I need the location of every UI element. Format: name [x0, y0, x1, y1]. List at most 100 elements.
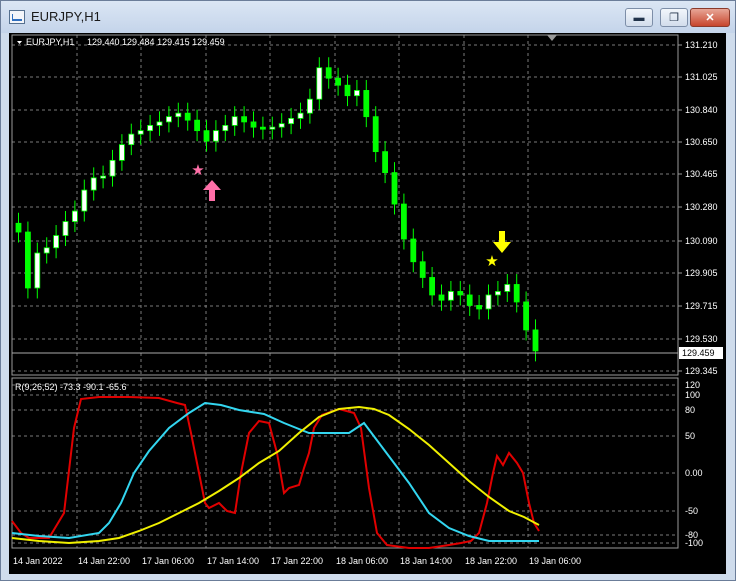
candle-body	[62, 221, 69, 236]
price-tick-label: 129.905	[685, 268, 718, 278]
time-tick-label: 14 Jan 22:00	[78, 556, 130, 566]
candle-body	[335, 77, 342, 86]
candle-body	[100, 175, 106, 179]
candle-body	[90, 177, 97, 191]
indicator-axis: 12010080500.00-50-80-100	[685, 380, 703, 548]
candle-body	[34, 252, 41, 289]
minimize-button[interactable]: ▬	[625, 8, 653, 27]
indicator-tick-label: 100	[685, 390, 700, 400]
candle-body	[222, 125, 229, 132]
oscillator-yellow-line	[11, 405, 540, 545]
candle-body	[438, 294, 445, 301]
candle-body	[184, 112, 191, 121]
chart-window: EURJPY,H1 ▬ ❐ ✕ EURJPY,H1 129.440 129.48…	[0, 0, 736, 581]
candle-body	[128, 133, 135, 146]
sell-arrow-icon	[493, 231, 511, 253]
candle-body	[523, 301, 529, 331]
time-tick-label: 19 Jan 06:00	[529, 556, 581, 566]
minimize-icon: ▬	[633, 11, 645, 24]
candles	[15, 57, 539, 362]
time-tick-label: 18 Jan 06:00	[336, 556, 388, 566]
time-tick-label: 14 Jan 2022	[13, 556, 63, 566]
candle-body	[165, 116, 172, 123]
price-tick-label: 130.090	[685, 236, 718, 246]
indicator-label: R(9,26,52) -73.3 -90.1 -65.6	[15, 382, 127, 392]
candle-body	[363, 90, 370, 118]
sell-star-icon: ★	[485, 253, 498, 270]
candle-body	[410, 238, 417, 263]
candle-body	[382, 151, 389, 174]
indicator-tick-label: 80	[685, 405, 695, 415]
candle-body	[513, 284, 520, 303]
dropdown-triangle-icon[interactable]	[17, 41, 22, 44]
candle-body	[203, 130, 210, 142]
price-tick-label: 130.650	[685, 137, 718, 147]
candle-body	[175, 112, 182, 118]
candle-body	[466, 294, 473, 306]
candle-body	[429, 277, 436, 296]
candle-body	[81, 189, 88, 212]
candle-body	[72, 210, 78, 222]
candle-body	[447, 291, 454, 301]
shift-marker-icon[interactable]	[547, 35, 557, 41]
time-axis: 14 Jan 2022 14 Jan 22:00 17 Jan 06:00 17 Ja…	[13, 556, 581, 566]
candle-body	[109, 159, 116, 177]
candle-body	[269, 126, 276, 130]
maximize-icon: ❐	[669, 12, 679, 24]
buy-star-icon: ★	[191, 162, 204, 179]
close-button[interactable]: ✕	[690, 8, 730, 27]
candle-body	[212, 130, 219, 142]
indicator-tick-label: 120	[685, 380, 700, 390]
candle-body	[53, 235, 59, 249]
candle-body	[372, 116, 379, 153]
time-tick-label: 17 Jan 14:00	[207, 556, 259, 566]
close-icon: ✕	[705, 12, 715, 24]
price-tick-label: 131.025	[685, 72, 718, 82]
price-tick-label: 130.840	[685, 105, 718, 115]
symbol-label: EURJPY,H1	[26, 37, 74, 47]
price-tick-label: 130.465	[685, 169, 718, 179]
indicator-tick-label: -100	[685, 538, 703, 548]
sell-signal: ★	[485, 231, 511, 270]
price-tick-label: 130.280	[685, 202, 718, 212]
candle-body	[344, 84, 351, 97]
candle-body	[306, 98, 313, 114]
price-tick-label: 129.715	[685, 301, 718, 311]
candle-body	[250, 121, 257, 128]
title-bar[interactable]: EURJPY,H1 ▬ ❐ ✕	[1, 1, 735, 33]
indicator-panel-border	[11, 377, 679, 549]
ohlc-values: 129.440 129.484 129.415 129.459	[87, 37, 225, 47]
candle-body	[391, 172, 398, 205]
candle-body	[194, 119, 201, 132]
candle-body	[147, 125, 154, 132]
price-tick-label: 129.530	[685, 334, 718, 344]
time-tick-label: 18 Jan 22:00	[465, 556, 517, 566]
window-title: EURJPY,H1	[31, 9, 101, 24]
chart-area[interactable]: EURJPY,H1 129.440 129.484 129.415 129.45…	[9, 33, 726, 574]
candle-body	[494, 291, 501, 296]
candle-body	[137, 130, 144, 135]
price-tick-label: 131.210	[685, 40, 718, 50]
time-tick-label: 17 Jan 22:00	[271, 556, 323, 566]
candle-body	[231, 116, 238, 126]
candle-body	[419, 261, 426, 278]
chart-window-icon	[9, 10, 25, 24]
candle-body	[457, 291, 464, 296]
maximize-button[interactable]: ❐	[660, 8, 688, 27]
grid	[11, 35, 678, 548]
candle-body	[325, 67, 332, 79]
candle-body	[119, 144, 125, 161]
candle-body	[241, 116, 248, 123]
current-price-label: 129.459	[682, 348, 715, 358]
candle-body	[532, 329, 539, 352]
candle-body	[278, 123, 285, 128]
candle-body	[24, 231, 31, 289]
price-tick-label: 129.345	[685, 366, 718, 376]
candle-body	[476, 305, 483, 310]
candle-body	[156, 121, 163, 126]
price-axis: 131.210 131.025 130.840 130.650 130.465 130.2…	[678, 40, 718, 376]
chart-svg: EURJPY,H1 129.440 129.484 129.415 129.45…	[11, 34, 723, 566]
candle-body	[288, 118, 295, 125]
candle-body	[485, 294, 492, 310]
candle-body	[259, 126, 266, 130]
